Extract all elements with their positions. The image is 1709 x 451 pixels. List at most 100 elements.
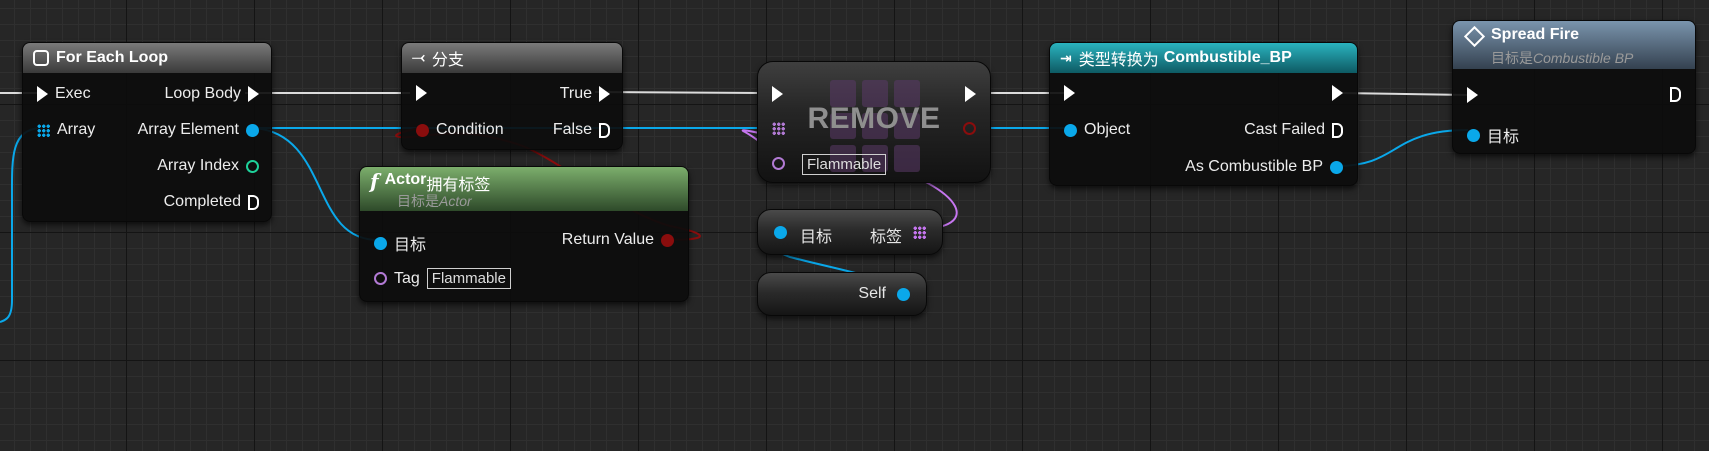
array-element-row[interactable]: Array Element xyxy=(138,121,259,139)
branch-exec-in-pin[interactable] xyxy=(416,85,427,101)
cast-exec-in-row[interactable] xyxy=(1064,85,1075,101)
cast-object-row[interactable]: Object xyxy=(1064,121,1130,139)
spread-fire-subtitle-prefix: 目标是 xyxy=(1491,50,1533,66)
branch-title: 分支 xyxy=(431,52,464,69)
as-combustible-label: As Combustible BP xyxy=(1185,158,1323,175)
exec-wire-cast-spread xyxy=(1339,92,1469,96)
condition-label: Condition xyxy=(436,121,504,138)
has-tag-header[interactable]: f Actor 拥有标签 目标是Actor xyxy=(360,167,688,211)
cast-title-class: Combustible_BP xyxy=(1163,49,1292,66)
has-tag-target-label: 目标 xyxy=(394,237,427,254)
remove-node[interactable]: REMOVE Flammable xyxy=(757,61,991,183)
branch-node[interactable]: ⤙ 分支 True Condition False xyxy=(401,42,623,150)
cast-exec-out-row[interactable] xyxy=(1332,85,1343,101)
loop-icon xyxy=(33,50,49,66)
loop-body-row[interactable]: Loop Body xyxy=(164,85,259,103)
tag-row[interactable]: Tag Flammable xyxy=(374,268,511,289)
has-tag-target-pin[interactable] xyxy=(374,236,387,250)
actor-has-tag-node[interactable]: f Actor 拥有标签 目标是Actor 目标 Return Value Ta… xyxy=(359,166,689,302)
spread-target-pin[interactable] xyxy=(1467,128,1480,142)
remove-value-field[interactable]: Flammable xyxy=(802,154,887,175)
tag-pin[interactable] xyxy=(374,272,387,285)
remove-exec-out-pin[interactable] xyxy=(965,86,976,102)
remove-array-pin[interactable] xyxy=(772,122,785,135)
array-element-label: Array Element xyxy=(137,121,239,138)
tags-getter-array-pin[interactable] xyxy=(913,226,926,239)
cast-icon: ⇥ xyxy=(1060,49,1072,66)
array-grid-icon[interactable] xyxy=(37,123,50,137)
return-value-pin[interactable] xyxy=(661,233,674,247)
array-index-row[interactable]: Array Index xyxy=(157,157,259,175)
self-node[interactable]: Self xyxy=(757,272,927,316)
condition-pin[interactable] xyxy=(416,123,429,137)
completed-row[interactable]: Completed xyxy=(164,193,259,211)
spread-exec-in-row[interactable] xyxy=(1467,87,1478,103)
true-row[interactable]: True xyxy=(560,85,610,103)
exec-in-row[interactable]: Exec xyxy=(37,85,91,103)
completed-label: Completed xyxy=(163,193,241,210)
remove-bool-out-pin[interactable] xyxy=(963,122,976,135)
tags-getter-target-label: 目标 xyxy=(800,229,833,246)
cast-failed-label: Cast Failed xyxy=(1244,121,1325,138)
exec-label: Exec xyxy=(55,85,91,102)
cast-failed-row[interactable]: Cast Failed xyxy=(1244,121,1343,139)
for-each-title: For Each Loop xyxy=(56,49,168,66)
has-tag-title-actor: Actor xyxy=(384,171,427,188)
cast-header[interactable]: ⇥ 类型转换为 Combustible_BP xyxy=(1050,43,1357,73)
spread-fire-subtitle: 目标是Combustible BP xyxy=(1491,48,1633,68)
cast-exec-in-pin[interactable] xyxy=(1064,85,1075,101)
remove-item-pin[interactable] xyxy=(772,157,785,170)
spread-exec-in-pin[interactable] xyxy=(1467,87,1478,103)
tags-getter-target-pin[interactable] xyxy=(774,226,787,239)
exec-in-pin[interactable] xyxy=(37,86,48,102)
array-element-pin[interactable] xyxy=(246,123,259,137)
remove-title: REMOVE xyxy=(807,102,941,135)
array-row[interactable]: Array xyxy=(37,121,95,139)
spread-target-row[interactable]: 目标 xyxy=(1467,123,1519,147)
cast-object-pin[interactable] xyxy=(1064,123,1077,137)
completed-pin[interactable] xyxy=(248,194,259,210)
spread-fire-title: Spread Fire xyxy=(1491,26,1580,43)
spread-exec-out-row[interactable] xyxy=(1670,87,1681,102)
self-pin[interactable] xyxy=(897,288,910,301)
spread-fire-node[interactable]: Spread Fire 目标是Combustible BP 目标 xyxy=(1452,20,1696,154)
has-tag-subtitle-prefix: 目标是 xyxy=(397,193,439,209)
cast-node[interactable]: ⇥ 类型转换为 Combustible_BP Object Cast Faile… xyxy=(1049,42,1358,186)
true-pin[interactable] xyxy=(599,86,610,102)
tag-value-field[interactable]: Flammable xyxy=(426,268,511,289)
cast-failed-pin[interactable] xyxy=(1332,122,1343,138)
cast-exec-out-pin[interactable] xyxy=(1332,85,1343,101)
for-each-header[interactable]: For Each Loop xyxy=(23,43,271,73)
branch-exec-in-row[interactable] xyxy=(416,85,427,101)
loop-body-pin[interactable] xyxy=(248,86,259,102)
event-diamond-icon xyxy=(1463,25,1486,48)
array-label: Array xyxy=(57,121,96,138)
function-icon: f xyxy=(370,169,379,193)
tag-label: Tag xyxy=(394,269,420,287)
cast-title-prefix: 类型转换为 xyxy=(1078,52,1159,69)
spread-fire-subtitle-target: Combustible BP xyxy=(1533,50,1634,66)
false-row[interactable]: False xyxy=(553,121,610,139)
condition-row[interactable]: Condition xyxy=(416,121,504,139)
branch-icon: ⤙ xyxy=(412,49,425,66)
has-tag-subtitle-target: Actor xyxy=(439,193,472,209)
as-combustible-pin[interactable] xyxy=(1330,160,1343,174)
branch-header[interactable]: ⤙ 分支 xyxy=(402,43,622,73)
has-tag-subtitle: 目标是Actor xyxy=(397,191,472,211)
array-index-pin[interactable] xyxy=(246,159,259,173)
has-tag-target-row[interactable]: 目标 xyxy=(374,231,426,255)
as-combustible-row[interactable]: As Combustible BP xyxy=(1185,158,1343,176)
spread-target-label: 目标 xyxy=(1487,129,1520,146)
tags-getter-tags-label: 标签 xyxy=(869,229,902,246)
self-label: Self xyxy=(858,285,886,302)
array-index-label: Array Index xyxy=(157,157,239,174)
false-pin[interactable] xyxy=(599,122,610,138)
false-label: False xyxy=(552,121,592,138)
spread-fire-header[interactable]: Spread Fire 目标是Combustible BP xyxy=(1453,21,1695,69)
remove-exec-in-pin[interactable] xyxy=(772,86,783,102)
tags-getter-node[interactable]: 目标 标签 xyxy=(757,209,943,255)
cast-object-label: Object xyxy=(1084,121,1131,138)
return-value-row[interactable]: Return Value xyxy=(562,231,674,249)
spread-exec-out-pin[interactable] xyxy=(1670,87,1681,102)
for-each-loop-node[interactable]: For Each Loop Exec Loop Body Array Array… xyxy=(22,42,272,222)
